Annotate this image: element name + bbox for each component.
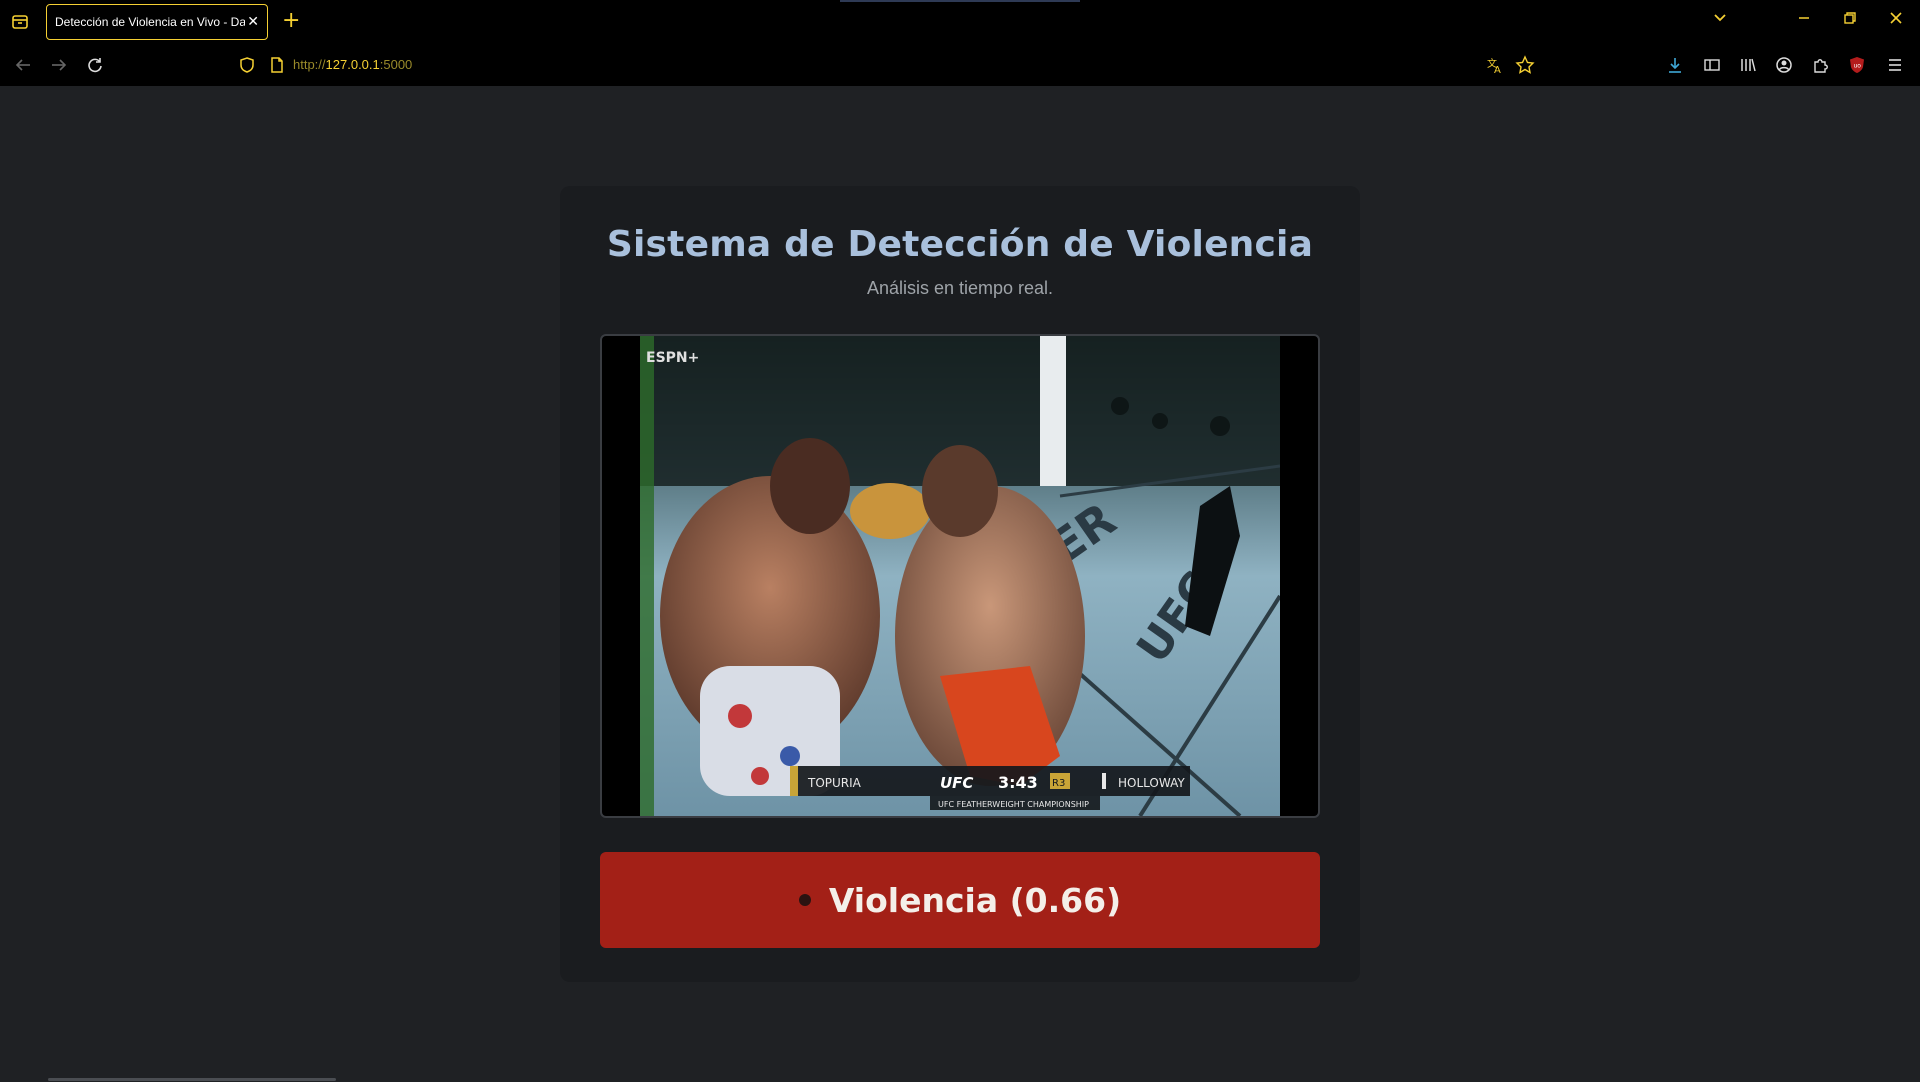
- video-container: KER UFC ESPN+ TOPURIA UFC 3:43 R3 HOLLOW…: [600, 334, 1320, 818]
- translate-icon[interactable]: 文A: [1484, 54, 1506, 76]
- ublock-icon[interactable]: uo: [1846, 54, 1868, 76]
- account-icon[interactable]: [1773, 54, 1795, 76]
- svg-text:A: A: [1494, 65, 1501, 76]
- list-all-tabs-icon[interactable]: [1712, 10, 1728, 30]
- back-icon[interactable]: [12, 54, 34, 76]
- live-video-feed: KER UFC ESPN+ TOPURIA UFC 3:43 R3 HOLLOW…: [640, 336, 1280, 816]
- extensions-icon[interactable]: [1809, 54, 1831, 76]
- restore-icon[interactable]: [1842, 10, 1858, 30]
- detection-card: Sistema de Detección de Violencia Anális…: [560, 186, 1360, 982]
- url-prefix: http://: [293, 57, 326, 72]
- detection-status-label: Violencia (0.66): [828, 880, 1122, 920]
- close-window-icon[interactable]: [1888, 10, 1904, 30]
- page-info-icon[interactable]: [266, 54, 288, 76]
- bookmark-star-icon[interactable]: [1514, 54, 1536, 76]
- scoreboard-left-fighter: TOPURIA: [807, 776, 862, 790]
- detection-status-banner: Violencia (0.66): [600, 852, 1320, 948]
- scoreboard-event: UFC FEATHERWEIGHT CHAMPIONSHIP: [938, 800, 1089, 809]
- scoreboard-clock: 3:43: [998, 773, 1038, 792]
- tab-title: Detección de Violencia en Vivo - Da: [55, 15, 245, 29]
- new-tab-icon[interactable]: +: [282, 10, 300, 32]
- tab-strip-accent: [840, 0, 1080, 2]
- svg-text:uo: uo: [1854, 63, 1862, 70]
- close-tab-icon[interactable]: ✕: [247, 14, 259, 28]
- navigation-bar: http://127.0.0.1:5000 文A uo: [0, 44, 1920, 86]
- active-tab[interactable]: Detección de Violencia en Vivo - Da ✕: [46, 4, 268, 40]
- tab-list-icon[interactable]: [10, 12, 30, 32]
- reload-icon[interactable]: [84, 54, 106, 76]
- scoreboard-round: R3: [1052, 778, 1065, 789]
- svg-text:ESPN+: ESPN+: [646, 350, 699, 366]
- page-title: Sistema de Detección de Violencia: [606, 224, 1314, 265]
- library-icon[interactable]: [1737, 54, 1759, 76]
- url-bar[interactable]: http://127.0.0.1:5000: [293, 57, 412, 72]
- sidebar-icon[interactable]: [1701, 54, 1723, 76]
- tab-bar: Detección de Violencia en Vivo - Da ✕ +: [0, 0, 1920, 44]
- menu-icon[interactable]: [1884, 54, 1906, 76]
- url-port: :5000: [379, 57, 413, 72]
- page-subtitle: Análisis en tiempo real.: [866, 278, 1054, 298]
- shield-icon[interactable]: [236, 54, 258, 76]
- page-content: Sistema de Detección de Violencia Anális…: [0, 86, 1920, 1082]
- url-host: 127.0.0.1: [325, 57, 380, 72]
- status-indicator-dot: [798, 894, 811, 906]
- scoreboard-brand: UFC: [940, 774, 973, 792]
- horizontal-scrollbar[interactable]: [48, 1078, 336, 1081]
- downloads-icon[interactable]: [1664, 54, 1686, 76]
- forward-icon[interactable]: [48, 54, 70, 76]
- minimize-icon[interactable]: [1796, 10, 1812, 30]
- scoreboard-right-fighter: HOLLOWAY: [1118, 776, 1185, 790]
